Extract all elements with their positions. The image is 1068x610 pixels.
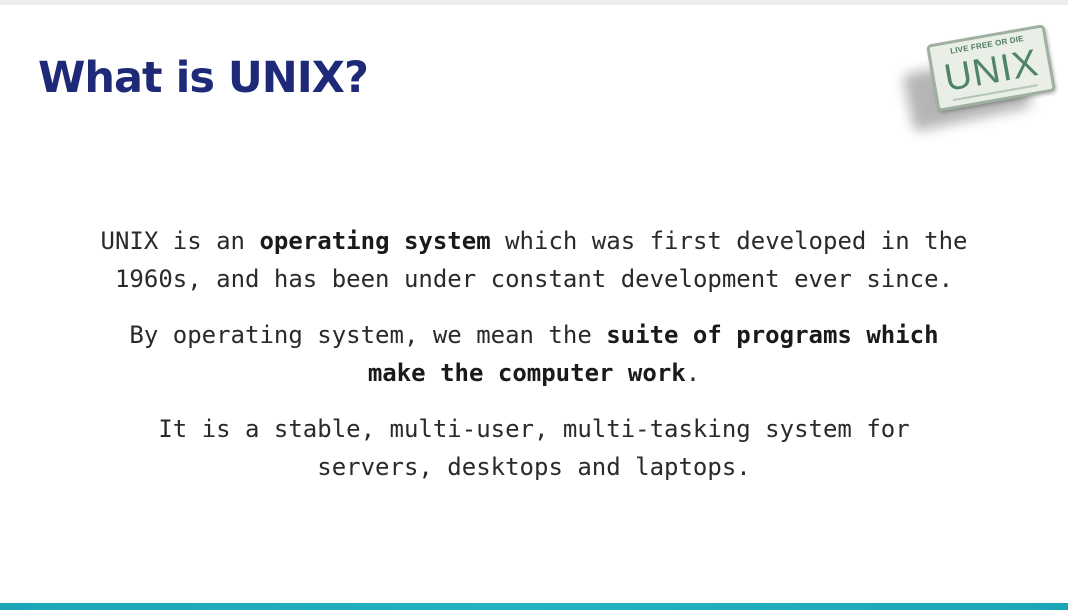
slide-title: What is UNIX? [38,53,369,103]
bold-term-suite: suite of programs which [606,321,939,349]
paragraph-line: servers, desktops and laptops. [317,453,751,481]
paragraph-line: make the computer work. [0,354,1068,392]
paragraph-properties: It is a stable, multi-user, multi-taskin… [0,410,1068,486]
license-plate: LIVE FREE OR DIE UNIX [926,24,1056,112]
slide: What is UNIX? LIVE FREE OR DIE UNIX UNIX… [0,0,1068,610]
text-span: UNIX is an [100,227,260,255]
text-span: . [685,359,701,387]
paragraph-line: 1960s, and has been under constant devel… [114,265,954,293]
bold-term-computer-work: make the computer work [367,359,686,387]
accent-bottom-bar [0,603,1068,610]
paragraph-line: By operating system, we mean the suite o… [0,316,1068,354]
text-span: By operating system, we mean the [129,321,607,349]
top-strip [0,0,1068,5]
paragraph-line: It is a stable, multi-user, multi-taskin… [158,415,910,443]
bold-term-operating-system: operating system [259,227,491,255]
paragraph-definition: UNIX is an operating system which was fi… [0,222,1068,298]
paragraph-line: UNIX is an operating system which was fi… [0,222,1068,260]
unix-license-plate-logo: LIVE FREE OR DIE UNIX [902,22,1065,132]
paragraph-meaning: By operating system, we mean the suite o… [0,316,1068,392]
text-span: which was first developed in the [490,227,968,255]
slide-body: UNIX is an operating system which was fi… [0,222,1068,504]
